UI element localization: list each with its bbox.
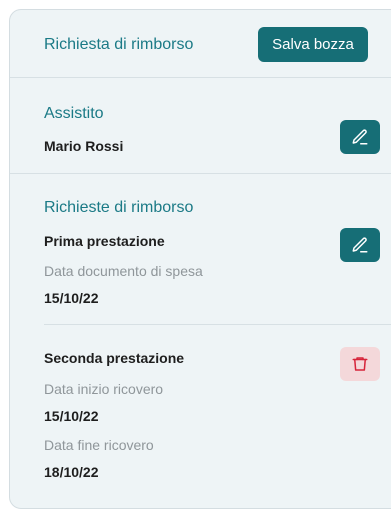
richieste-title: Richieste di rimborso <box>44 199 194 216</box>
save-draft-button[interactable]: Salva bozza <box>258 27 368 62</box>
pencil-icon <box>352 237 368 253</box>
section-divider <box>10 173 391 174</box>
assistito-title: Assistito <box>44 105 104 122</box>
panel-header: Richiesta di rimborso Salva bozza <box>10 10 391 78</box>
edit-first-service-button[interactable] <box>340 228 380 262</box>
second-service-name: Seconda prestazione <box>44 350 185 366</box>
page-title: Richiesta di rimborso <box>44 36 194 53</box>
second-start-label: Data inizio ricovero <box>44 381 164 397</box>
delete-second-service-button[interactable] <box>340 347 380 381</box>
first-date-value: 15/10/22 <box>44 290 99 306</box>
second-end-label: Data fine ricovero <box>44 437 154 453</box>
edit-assistito-button[interactable] <box>340 120 380 154</box>
trash-icon <box>352 357 368 371</box>
second-start-value: 15/10/22 <box>44 408 99 424</box>
first-date-label: Data documento di spesa <box>44 263 203 279</box>
assistito-name: Mario Rossi <box>44 138 124 154</box>
pencil-icon <box>352 129 368 145</box>
service-divider <box>44 324 391 325</box>
reimbursement-panel: Richiesta di rimborso Salva bozza Assist… <box>9 9 391 509</box>
second-end-value: 18/10/22 <box>44 464 99 480</box>
first-service-name: Prima prestazione <box>44 233 165 249</box>
